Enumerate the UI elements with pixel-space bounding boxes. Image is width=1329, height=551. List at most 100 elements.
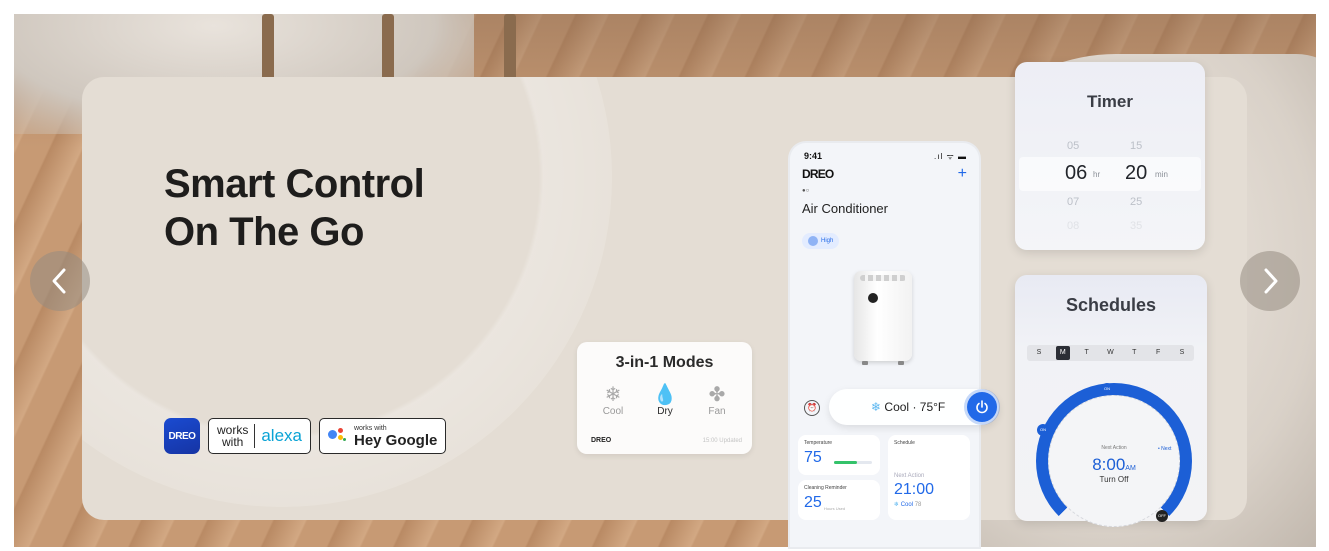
day-mon[interactable]: M [1055, 346, 1070, 360]
cleaning-unit: Hours Used [824, 506, 846, 511]
cool-mode-control[interactable]: ❄ Cool · 75°F [829, 389, 999, 425]
mode-fan[interactable]: ✤ Fan [697, 384, 737, 417]
snowflake-icon: ❄ [604, 384, 622, 406]
phone-mockup: 9:41 .ıl ᯤ ▬ DREO + ●○ Air Conditioner H… [790, 143, 979, 547]
page-indicator: ●○ [802, 188, 810, 194]
schedule-on-marker[interactable]: ON [1101, 383, 1113, 395]
air-conditioner-image [854, 271, 912, 365]
integration-badges: DREO works with alexa works with Hey Goo… [164, 418, 447, 454]
phone-brand-logo: DREO [802, 167, 834, 181]
fan-speed-chip[interactable]: High [802, 233, 840, 249]
works-with-google-badge[interactable]: works with Hey Google [318, 418, 447, 454]
next-action-mode-text: Cool [900, 502, 914, 508]
alexa-logo-text: alexa [261, 426, 302, 445]
chevron-right-icon [1264, 268, 1278, 294]
schedules-title: Schedules [1065, 295, 1157, 315]
chevron-left-icon [52, 268, 66, 294]
day-sun[interactable]: S [1032, 346, 1046, 360]
next-action-mode: ❄ Cool 78 [894, 501, 921, 508]
next-action-tile[interactable]: Next Action 21:00 ❄ Cool 78 [888, 463, 970, 520]
table-leg [504, 14, 516, 84]
timer-min-unit: min [1155, 170, 1168, 179]
cool-temp-setting: · 75°F [912, 400, 946, 414]
modes-updated: 15:00 Updated [702, 438, 742, 444]
dreo-app-label: DREO [168, 430, 196, 442]
temperature-bar [834, 461, 872, 464]
timer-selection-band [1019, 157, 1201, 191]
schedule-next-time: 8:00AM [1036, 455, 1192, 475]
next-action-label: Next Action [894, 473, 925, 479]
timer-hour-far: 08 [1067, 220, 1080, 232]
carousel-prev-button[interactable] [30, 251, 90, 311]
timer-minutes[interactable]: 20 [1125, 162, 1147, 185]
cool-mode-label: Cool [884, 400, 910, 414]
day-tue[interactable]: T [1080, 346, 1094, 360]
schedule-time-value: 8:00 [1092, 455, 1126, 474]
table-leg [382, 14, 394, 84]
snowflake-icon: ❄ [871, 400, 882, 414]
day-thu[interactable]: T [1127, 346, 1141, 360]
droplet-slash-icon: 💧 [652, 384, 678, 406]
cleaning-label: Cleaning Reminder [804, 485, 847, 491]
timer-hours[interactable]: 06 [1065, 162, 1087, 185]
day-wed[interactable]: W [1103, 346, 1117, 360]
day-fri[interactable]: F [1151, 346, 1165, 360]
fan-icon: ✤ [708, 384, 726, 406]
hey-google-text: Hey Google [353, 431, 438, 449]
fan-speed-label: High [821, 238, 834, 244]
power-icon [976, 400, 988, 414]
device-name: Air Conditioner [802, 201, 888, 216]
modes-title: 3-in-1 Modes [615, 354, 714, 371]
phone-clock: 9:41 [804, 151, 823, 161]
hero-title-line1: Smart Control [164, 162, 425, 206]
mode-fan-label: Fan [708, 406, 726, 417]
cleaning-value: 25 [804, 494, 822, 511]
temperature-bar-fill [834, 461, 857, 464]
timer-hour-above: 05 [1067, 140, 1080, 152]
next-action-temp: 78 [914, 502, 922, 508]
alexa-works-with: works with [217, 424, 248, 448]
modes-brand: DREO [591, 437, 612, 444]
schedule-action: Turn Off [1099, 475, 1129, 484]
temperature-value: 75 [804, 449, 822, 466]
alexa-divider [254, 424, 256, 448]
temperature-tile[interactable]: Temperature 75 [798, 435, 880, 475]
temperature-label: Temperature [804, 440, 833, 446]
schedule-label: Schedule [894, 440, 915, 446]
snowflake-icon: ❄ [894, 502, 900, 508]
next-action-time: 21:00 [894, 481, 935, 498]
schedule-ampm: AM [1125, 465, 1136, 472]
timer-min-above: 15 [1130, 140, 1143, 152]
modes-card: 3-in-1 Modes ❄ Cool 💧 Dry ✤ Fan DREO 15:… [577, 342, 752, 454]
mode-dry-label: Dry [657, 406, 673, 417]
timer-title: Timer [1087, 92, 1133, 111]
google-assistant-icon [327, 428, 348, 444]
cleaning-tile[interactable]: Cleaning Reminder 25 Hours Used [798, 480, 880, 520]
mode-cool[interactable]: ❄ Cool [593, 384, 633, 417]
schedule-on-marker-left[interactable]: ON [1037, 424, 1049, 436]
day-sat[interactable]: S [1175, 346, 1189, 360]
cool-mode-display: ❄ Cool · 75°F [871, 400, 945, 414]
timer-hour-below: 07 [1067, 196, 1080, 208]
carousel-next-button[interactable] [1240, 251, 1300, 311]
timer-min-below: 25 [1130, 196, 1143, 208]
table-leg [262, 14, 274, 84]
schedule-next-action-label: Next Action [1101, 445, 1127, 451]
works-with-alexa-badge[interactable]: works with alexa [208, 418, 311, 454]
hero-title: Smart Control On The Go [164, 160, 425, 256]
fan-speed-icon [808, 236, 818, 246]
alexa-with-text: with [222, 435, 244, 449]
mode-cool-label: Cool [602, 406, 624, 417]
hero-title-line2: On The Go [164, 210, 364, 254]
timer-card: Timer 05 06 hr 07 08 15 20 min 25 35 [1015, 62, 1205, 250]
power-button[interactable] [967, 392, 997, 422]
mode-dry[interactable]: 💧 Dry [645, 384, 685, 417]
alarm-clock-icon[interactable]: ⏰ [804, 400, 820, 416]
schedule-off-marker[interactable]: OFF [1156, 510, 1168, 522]
dreo-app-badge[interactable]: DREO [164, 418, 200, 454]
weekday-selector: S M T W T F S [1027, 345, 1194, 361]
phone-status-icons: .ıl ᯤ ▬ [934, 152, 967, 161]
timer-min-far: 35 [1130, 220, 1143, 232]
add-device-button[interactable]: + [958, 165, 967, 183]
timer-hr-unit: hr [1093, 170, 1101, 179]
